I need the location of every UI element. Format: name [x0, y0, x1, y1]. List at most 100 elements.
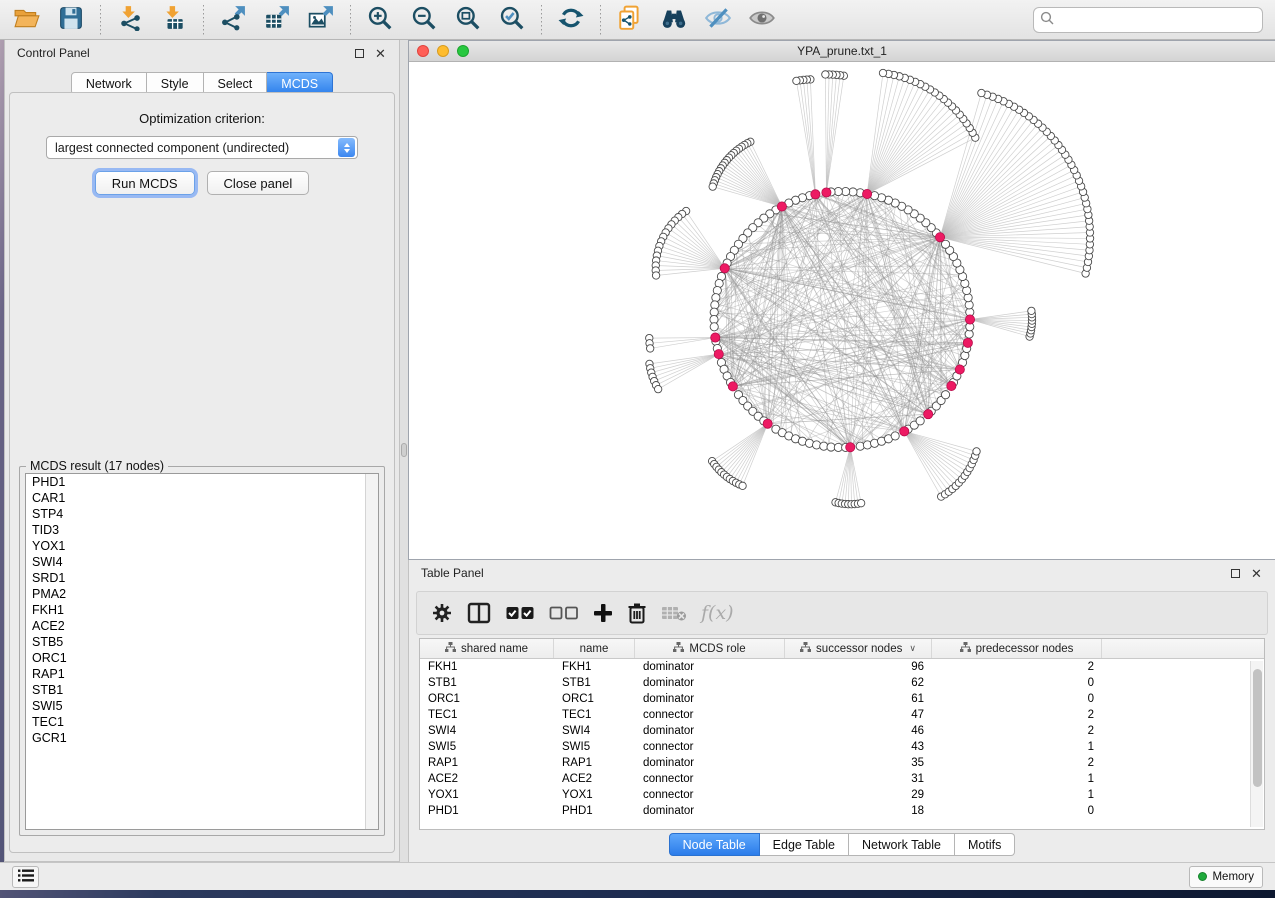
run-mcds-button[interactable]: Run MCDS — [95, 171, 195, 195]
column-header-predecessor-nodes[interactable]: predecessor nodes — [932, 639, 1102, 658]
mcds-result-item[interactable]: STB5 — [26, 634, 378, 650]
network-leaf-node[interactable] — [822, 71, 829, 78]
node-table[interactable]: shared namenameMCDS rolesuccessor nodes∨… — [419, 638, 1265, 830]
table-row[interactable]: FKH1FKH1dominator962 — [420, 659, 1264, 675]
column-visibility-button[interactable] — [467, 600, 491, 626]
network-node[interactable] — [941, 391, 949, 399]
table-row[interactable]: YOX1YOX1connector291 — [420, 787, 1264, 803]
mcds-result-item[interactable]: GCR1 — [26, 730, 378, 746]
window-close-traffic-light[interactable] — [417, 45, 429, 57]
export-table-button[interactable] — [258, 4, 296, 36]
control-panel-close-button[interactable]: ✕ — [374, 47, 387, 60]
table-row[interactable]: ACE2ACE2connector311 — [420, 771, 1264, 787]
network-leaf-node[interactable] — [879, 69, 886, 76]
window-minimize-traffic-light[interactable] — [437, 45, 449, 57]
mcds-node[interactable] — [924, 410, 933, 419]
mcds-result-scrollbar[interactable] — [365, 474, 378, 829]
table-row[interactable]: PHD1PHD1dominator180 — [420, 803, 1264, 819]
mcds-node[interactable] — [728, 382, 737, 391]
mcds-node[interactable] — [965, 315, 974, 324]
table-panel-close-button[interactable]: ✕ — [1250, 567, 1263, 580]
refresh-button[interactable] — [552, 4, 590, 36]
table-row[interactable]: SWI4SWI4dominator462 — [420, 723, 1264, 739]
search-box[interactable] — [1033, 7, 1263, 33]
tab-motifs[interactable]: Motifs — [955, 833, 1015, 856]
network-leaf-node[interactable] — [1028, 307, 1035, 314]
create-column-button[interactable] — [593, 600, 613, 626]
import-network-button[interactable] — [111, 4, 149, 36]
table-row[interactable]: RAP1RAP1dominator352 — [420, 755, 1264, 771]
mcds-result-item[interactable]: FKH1 — [26, 602, 378, 618]
mcds-node[interactable] — [947, 381, 956, 390]
zoom-in-button[interactable] — [361, 4, 399, 36]
mcds-result-list[interactable]: PHD1CAR1STP4TID3YOX1SWI4SRD1PMA2FKH1ACE2… — [25, 473, 379, 830]
column-header-name[interactable]: name — [554, 639, 635, 658]
select-all-rows-button[interactable] — [505, 600, 535, 626]
mcds-result-item[interactable]: PMA2 — [26, 586, 378, 602]
mcds-node[interactable] — [777, 202, 786, 211]
table-row[interactable]: SWI5SWI5connector431 — [420, 739, 1264, 755]
mcds-result-item[interactable]: TEC1 — [26, 714, 378, 730]
memory-button[interactable]: Memory — [1189, 866, 1263, 888]
mcds-node[interactable] — [900, 427, 909, 436]
tab-edge-table[interactable]: Edge Table — [760, 833, 849, 856]
mcds-node[interactable] — [822, 188, 831, 197]
window-zoom-traffic-light[interactable] — [457, 45, 469, 57]
control-panel-float-button[interactable] — [353, 47, 366, 60]
mcds-result-item[interactable]: YOX1 — [26, 538, 378, 554]
column-header-shared-name[interactable]: shared name — [420, 639, 554, 658]
tab-network-table[interactable]: Network Table — [849, 833, 955, 856]
table-panel-float-button[interactable] — [1229, 567, 1242, 580]
network-node[interactable] — [916, 417, 924, 425]
mcds-node[interactable] — [714, 350, 723, 359]
table-row[interactable]: ORC1ORC1dominator610 — [420, 691, 1264, 707]
network-leaf-node[interactable] — [857, 499, 864, 506]
zoom-out-button[interactable] — [405, 4, 443, 36]
mcds-result-item[interactable]: CAR1 — [26, 490, 378, 506]
mcds-result-item[interactable]: PHD1 — [26, 474, 378, 490]
import-table-button[interactable] — [155, 4, 193, 36]
mcds-node[interactable] — [720, 264, 729, 273]
hide-selected-button[interactable] — [699, 4, 737, 36]
mcds-result-item[interactable]: SRD1 — [26, 570, 378, 586]
mcds-result-item[interactable]: ORC1 — [26, 650, 378, 666]
mcds-result-item[interactable]: RAP1 — [26, 666, 378, 682]
zoom-fit-button[interactable] — [449, 4, 487, 36]
clone-network-button[interactable] — [611, 4, 649, 36]
network-leaf-node[interactable] — [973, 448, 980, 455]
delete-column-button[interactable] — [627, 600, 647, 626]
mcds-node[interactable] — [935, 233, 944, 242]
mcds-result-item[interactable]: SWI4 — [26, 554, 378, 570]
network-view[interactable] — [409, 62, 1275, 559]
table-scrollbar[interactable] — [1250, 661, 1263, 827]
table-row[interactable]: STB1STB1dominator620 — [420, 675, 1264, 691]
open-file-button[interactable] — [8, 4, 46, 36]
mcds-node[interactable] — [811, 190, 820, 199]
first-neighbors-button[interactable] — [655, 4, 693, 36]
column-header-MCDS-role[interactable]: MCDS role — [635, 639, 785, 658]
function-builder-button-disabled[interactable]: f(x) — [701, 600, 734, 626]
network-leaf-node[interactable] — [646, 345, 653, 352]
zoom-selected-button[interactable] — [493, 4, 531, 36]
show-all-button[interactable] — [743, 4, 781, 36]
network-leaf-node[interactable] — [652, 272, 659, 279]
network-leaf-node[interactable] — [709, 183, 716, 190]
table-settings-button[interactable] — [431, 600, 453, 626]
deselect-all-rows-button[interactable] — [549, 600, 579, 626]
mcds-result-item[interactable]: STB1 — [26, 682, 378, 698]
close-panel-button[interactable]: Close panel — [207, 171, 310, 195]
splitter-grip[interactable] — [401, 443, 407, 457]
export-network-button[interactable] — [214, 4, 252, 36]
network-node[interactable] — [710, 323, 718, 331]
search-input[interactable] — [1059, 13, 1256, 27]
export-image-button[interactable] — [302, 4, 340, 36]
network-node[interactable] — [891, 432, 899, 440]
panel-splitter[interactable] — [400, 40, 408, 862]
table-row[interactable]: TEC1TEC1connector472 — [420, 707, 1264, 723]
mcds-node[interactable] — [846, 443, 855, 452]
tab-node-table[interactable]: Node Table — [669, 833, 760, 856]
network-window-titlebar[interactable]: YPA_prune.txt_1 — [409, 41, 1275, 62]
optimization-criterion-select[interactable]: largest connected component (undirected) — [46, 136, 358, 159]
mcds-node[interactable] — [963, 338, 972, 347]
network-leaf-node[interactable] — [793, 77, 800, 84]
